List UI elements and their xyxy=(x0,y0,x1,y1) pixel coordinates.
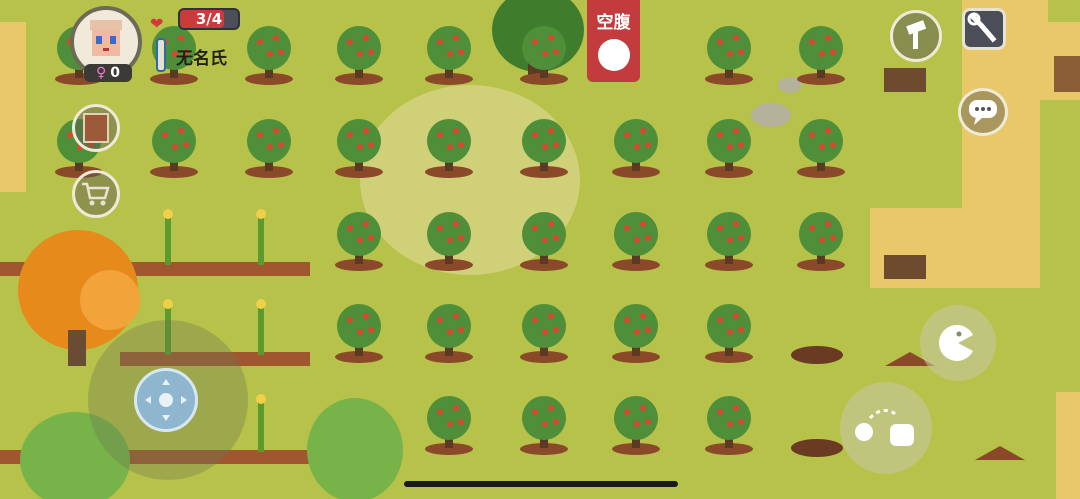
wrench-icon xyxy=(967,12,997,43)
throw-button[interactable] xyxy=(840,382,932,474)
chat-button[interactable] xyxy=(958,88,1008,136)
fruit-tree[interactable] xyxy=(700,115,758,179)
dug-hole xyxy=(791,439,843,457)
fruit-tree[interactable] xyxy=(700,300,758,364)
wooden-chest xyxy=(1054,56,1080,92)
fruit-tree[interactable] xyxy=(515,392,573,456)
wood-stack xyxy=(884,255,926,279)
build-button[interactable] xyxy=(890,10,942,62)
gender-badge: ♀ 0 xyxy=(84,64,132,82)
wood-stack xyxy=(884,68,926,92)
fruit-tree[interactable] xyxy=(607,208,665,272)
journal-button[interactable] xyxy=(72,104,120,152)
heart-icon: ❤ xyxy=(150,14,164,33)
fruit-tree[interactable] xyxy=(240,22,298,86)
fruit-tree[interactable] xyxy=(420,392,478,456)
fruit-tree[interactable] xyxy=(607,392,665,456)
thermometer-icon xyxy=(156,38,166,72)
fruit-tree[interactable] xyxy=(700,392,758,456)
dug-hole xyxy=(791,346,843,364)
fruit-tree[interactable] xyxy=(420,115,478,179)
hammer-icon xyxy=(906,20,927,49)
health-text: 3/4 xyxy=(195,10,223,28)
fruit-tree[interactable] xyxy=(145,115,203,179)
fruit-tree[interactable] xyxy=(420,208,478,272)
fruit-tree[interactable] xyxy=(515,300,573,364)
shop-button[interactable] xyxy=(72,170,120,218)
green-bush xyxy=(307,398,403,499)
player-name: 无名氏 xyxy=(176,49,227,69)
dpad-arrows-icon xyxy=(145,379,187,421)
fruit-tree[interactable] xyxy=(420,300,478,364)
autumn-tree-trunk xyxy=(68,330,86,366)
autumn-tree-leaves xyxy=(80,270,140,330)
fruit-tree[interactable] xyxy=(240,115,298,179)
female-icon: ♀ xyxy=(95,65,107,81)
dirt-mound xyxy=(975,446,1025,460)
fruit-tree[interactable] xyxy=(330,115,388,179)
fruit-tree[interactable] xyxy=(792,115,850,179)
fruit-tree[interactable] xyxy=(700,208,758,272)
fruit-tree[interactable] xyxy=(700,22,758,86)
shopping-cart-icon xyxy=(82,182,110,206)
fruit-tree[interactable] xyxy=(792,22,850,86)
dirt-path-bottom-right xyxy=(1056,392,1080,499)
fruit-tree[interactable] xyxy=(515,115,573,179)
book-icon xyxy=(83,113,109,143)
eat-button[interactable] xyxy=(920,305,996,381)
fruit-tree[interactable] xyxy=(330,300,388,364)
joystick-thumb[interactable] xyxy=(134,368,198,432)
fruit-tree[interactable] xyxy=(515,22,573,86)
dirt-path-left xyxy=(0,22,26,192)
fruit-tree[interactable] xyxy=(330,22,388,86)
status-hungry-tag: 空腹 xyxy=(587,0,640,82)
fruit-tree[interactable] xyxy=(330,208,388,272)
pacman-eat-icon xyxy=(938,324,973,361)
fruit-tree[interactable] xyxy=(792,208,850,272)
home-indicator xyxy=(404,481,678,487)
status-label: 空腹 xyxy=(596,13,631,33)
gender-count: 0 xyxy=(110,65,120,81)
fruit-tree[interactable] xyxy=(420,22,478,86)
hungry-face-icon xyxy=(597,39,630,71)
game-screen: { "hud": { "health_text": "3/4", "health… xyxy=(0,0,1080,499)
fruit-tree[interactable] xyxy=(515,208,573,272)
chat-bubble-icon xyxy=(969,100,997,125)
settings-button[interactable] xyxy=(962,8,1006,50)
throw-hand-icon xyxy=(855,409,914,446)
fruit-tree[interactable] xyxy=(607,115,665,179)
fruit-tree[interactable] xyxy=(607,300,665,364)
